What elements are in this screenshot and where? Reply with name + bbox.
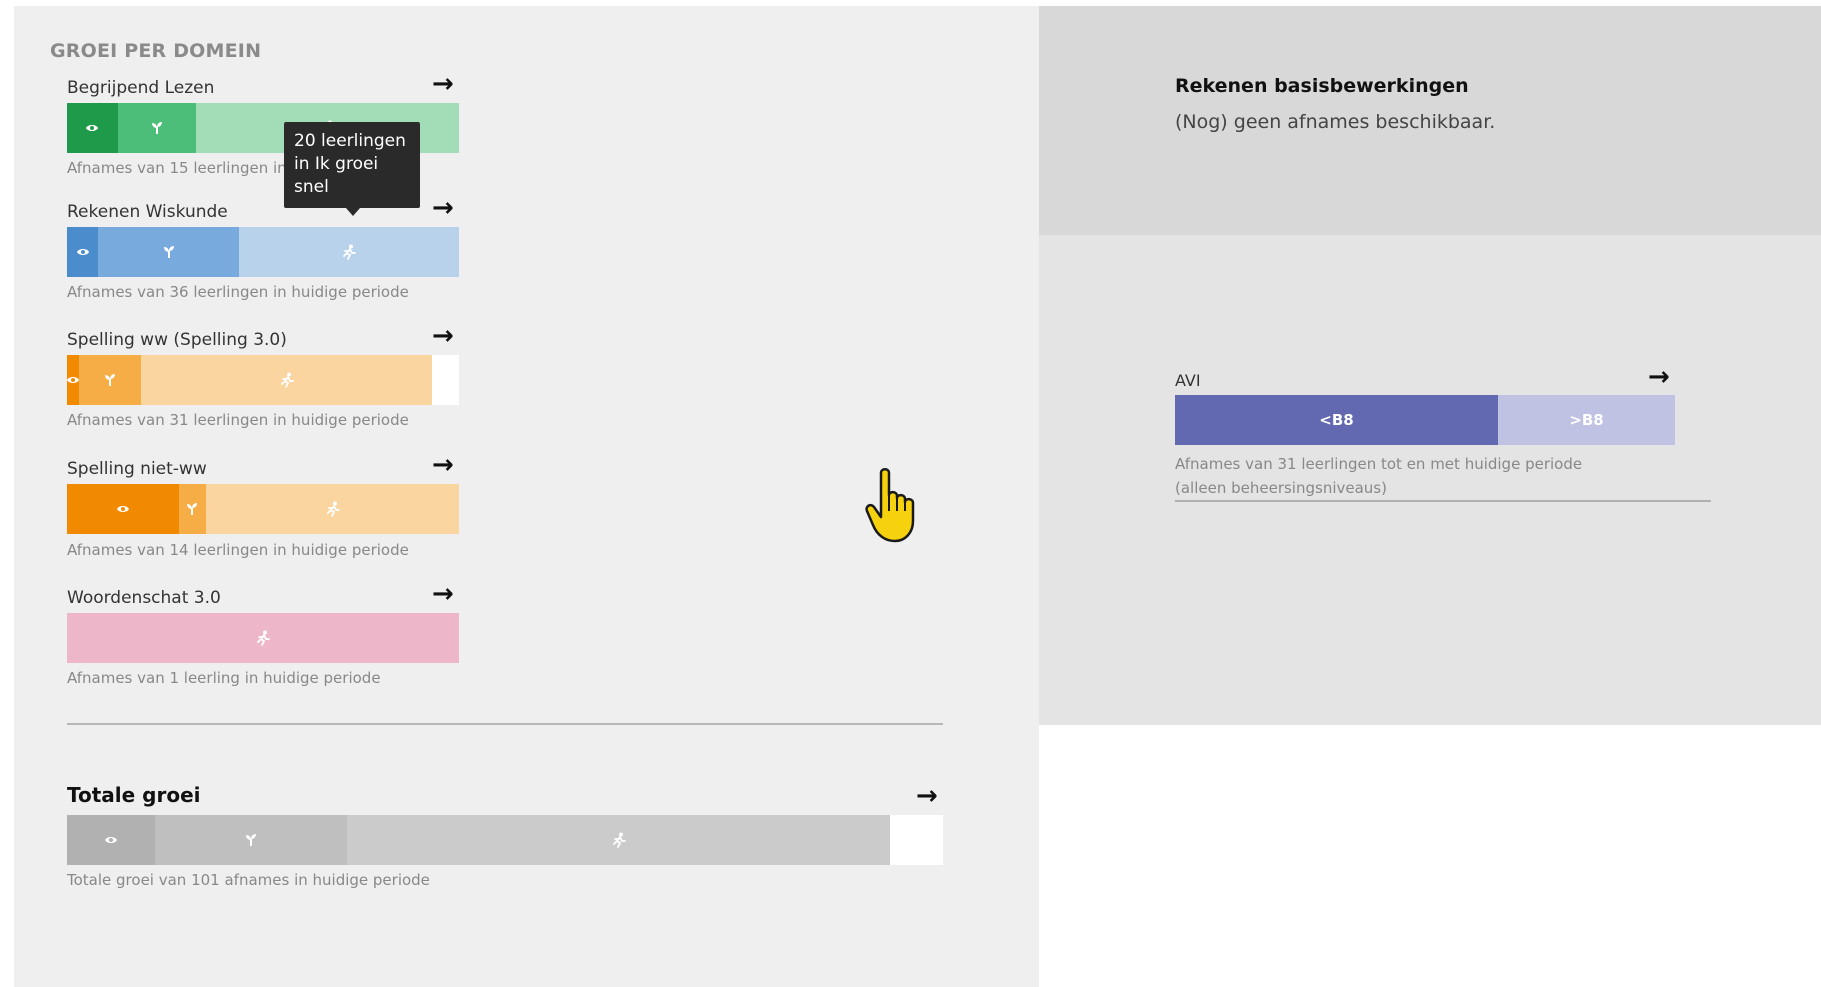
arrow-right-icon[interactable]: → xyxy=(1648,364,1670,390)
bar-segment[interactable] xyxy=(98,227,240,277)
bar-segment[interactable] xyxy=(117,103,197,153)
growth-bar-spelling-ww[interactable] xyxy=(67,355,459,405)
bar-segment[interactable] xyxy=(78,355,142,405)
divider xyxy=(67,723,943,725)
bar-segment[interactable] xyxy=(431,355,459,405)
avi-note-line: Afnames van 31 leerlingen tot en met hui… xyxy=(1175,455,1583,473)
sprout-icon xyxy=(185,502,199,516)
runner-icon xyxy=(342,244,357,260)
hand-cursor-icon xyxy=(865,468,915,543)
sprout-icon xyxy=(244,833,258,847)
runner-icon xyxy=(326,501,340,517)
bar-segment[interactable] xyxy=(67,355,79,405)
bar-segment[interactable] xyxy=(239,227,459,277)
arrow-right-icon[interactable]: → xyxy=(432,581,454,607)
bar-segment[interactable] xyxy=(67,227,99,277)
sprout-icon xyxy=(103,373,117,387)
eye-icon xyxy=(104,835,118,845)
rekenen-basis-empty-message: (Nog) geen afnames beschikbaar. xyxy=(1175,111,1496,133)
avi-label: AVI xyxy=(1175,371,1201,390)
domain-label-woordenschat: Woordenschat 3.0 xyxy=(67,588,221,608)
eye-icon xyxy=(116,504,130,514)
avi-segment[interactable]: >B8 xyxy=(1498,395,1675,445)
avi-note: Afnames van 31 leerlingen tot en met hui… xyxy=(1175,452,1625,500)
bar-segment[interactable] xyxy=(178,484,207,534)
domain-label-begrijpend-lezen: Begrijpend Lezen xyxy=(67,78,215,98)
bar-segment[interactable] xyxy=(67,815,155,865)
total-growth-note: Totale groei van 101 afnames in huidige … xyxy=(67,871,430,889)
eye-icon xyxy=(85,123,99,133)
rekenen-basis-title: Rekenen basisbewerkingen xyxy=(1175,75,1469,97)
bar-segment[interactable] xyxy=(67,103,118,153)
domain-label-spelling-ww: Spelling ww (Spelling 3.0) xyxy=(67,330,287,350)
bar-segment[interactable] xyxy=(347,815,891,865)
total-growth-bar[interactable] xyxy=(67,815,943,865)
domain-note: Afnames van 14 leerlingen in huidige per… xyxy=(67,541,409,559)
arrow-right-icon[interactable]: → xyxy=(432,71,454,97)
bar-segment[interactable] xyxy=(154,815,348,865)
arrow-right-icon[interactable]: → xyxy=(432,452,454,478)
growth-bar-rekenen-wiskunde[interactable] xyxy=(67,227,459,277)
runner-icon xyxy=(280,372,294,388)
bar-segment[interactable] xyxy=(141,355,432,405)
avi-note-line: (alleen beheersingsniveaus) xyxy=(1175,479,1387,497)
arrow-right-icon[interactable]: → xyxy=(432,195,454,221)
bar-segment[interactable] xyxy=(206,484,459,534)
domain-note: Afnames van 31 leerlingen in huidige per… xyxy=(67,411,409,429)
avi-divider xyxy=(1175,500,1711,502)
dashboard: GROEI PER DOMEIN Begrijpend Lezen → Afna… xyxy=(0,0,1821,987)
avi-segment[interactable]: <B8 xyxy=(1175,395,1498,445)
domain-label-rekenen-wiskunde: Rekenen Wiskunde xyxy=(67,202,228,222)
sprout-icon xyxy=(150,121,164,135)
section-title: GROEI PER DOMEIN xyxy=(50,40,262,62)
total-growth-title: Totale groei xyxy=(67,783,201,807)
arrow-right-icon[interactable]: → xyxy=(916,783,938,809)
bar-segment[interactable] xyxy=(890,815,943,865)
runner-icon xyxy=(256,630,270,646)
runner-icon xyxy=(612,832,626,848)
domain-note: Afnames van 1 leerling in huidige period… xyxy=(67,669,381,687)
sprout-icon xyxy=(162,245,176,259)
domain-note: Afnames van 36 leerlingen in huidige per… xyxy=(67,283,409,301)
bar-segment[interactable] xyxy=(67,484,179,534)
segment-tooltip: 20 leerlingen in Ik groei snel xyxy=(284,122,420,216)
growth-bar-woordenschat[interactable] xyxy=(67,613,459,663)
domain-label-spelling-niet-ww: Spelling niet-ww xyxy=(67,459,207,479)
growth-bar-spelling-niet-ww[interactable] xyxy=(67,484,459,534)
arrow-right-icon[interactable]: → xyxy=(432,323,454,349)
bar-segment[interactable] xyxy=(67,613,459,663)
avi-bar[interactable]: <B8 >B8 xyxy=(1175,395,1675,445)
eye-icon xyxy=(76,247,90,257)
